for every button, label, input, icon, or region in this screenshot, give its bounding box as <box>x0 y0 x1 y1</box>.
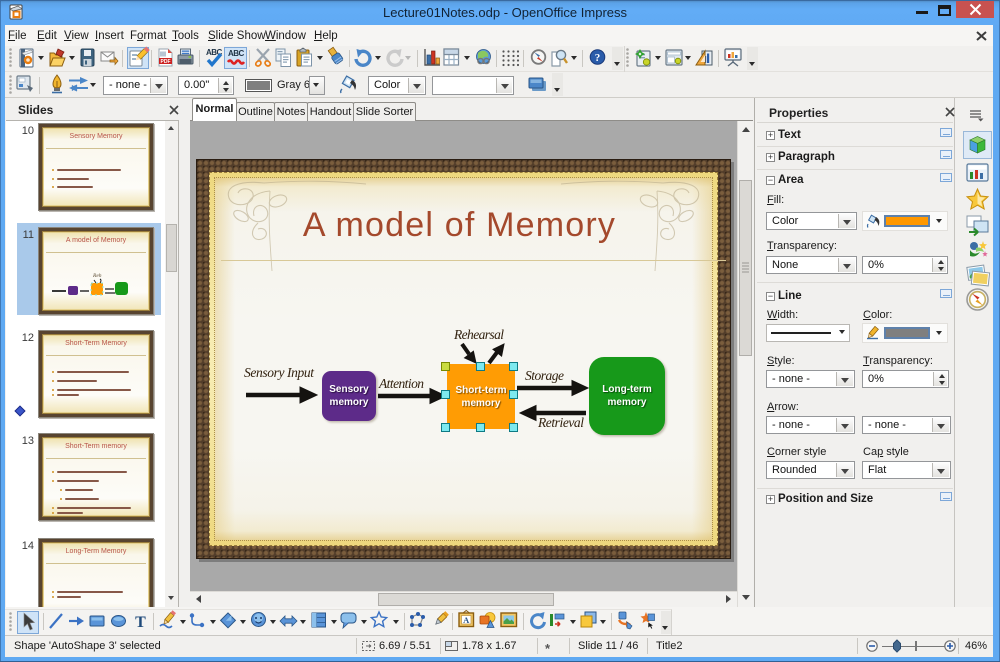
svg-text:Retrieval: Retrieval <box>537 415 584 430</box>
svg-text:A: A <box>463 615 470 625</box>
svg-text:PDF: PDF <box>161 59 171 65</box>
svg-text:Sensory Input: Sensory Input <box>244 365 315 380</box>
svg-text:ABC: ABC <box>228 49 245 58</box>
svg-text:?: ? <box>595 52 601 64</box>
svg-text:Attention: Attention <box>378 376 424 391</box>
svg-text:Reh: Reh <box>92 273 102 279</box>
svg-text:Storage: Storage <box>525 368 564 383</box>
svg-text:T: T <box>135 614 146 631</box>
svg-text:Rehearsal: Rehearsal <box>453 327 504 342</box>
